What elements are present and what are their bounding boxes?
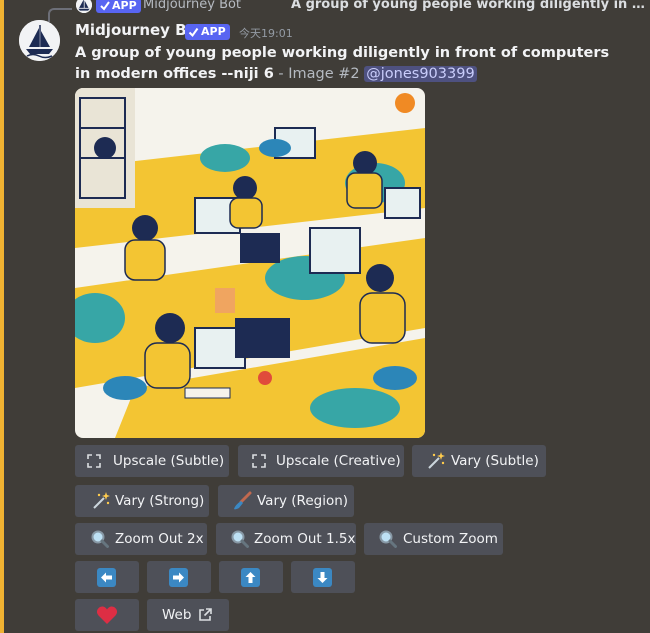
image-index: - Image #2 xyxy=(273,66,365,82)
generated-image[interactable] xyxy=(75,88,425,438)
pan-left-button[interactable] xyxy=(75,561,139,593)
user-mention[interactable]: @jones903399 xyxy=(364,66,477,82)
author-avatar[interactable] xyxy=(19,20,60,61)
web-label: Web xyxy=(162,607,192,623)
vary-strong-button[interactable]: Vary (Strong) xyxy=(75,485,209,517)
upscale-creative-label: Upscale (Creative) xyxy=(276,453,401,469)
reply-reference[interactable]: APP Midjourney Bot A group of young peop… xyxy=(48,0,650,22)
heart-icon xyxy=(96,606,118,624)
magnifier-icon xyxy=(231,530,249,548)
pan-up-button[interactable] xyxy=(219,561,283,593)
zoom-out-1-5x-button[interactable]: Zoom Out 1.5x xyxy=(216,523,356,555)
checkmark-icon xyxy=(100,1,110,11)
custom-zoom-label: Custom Zoom xyxy=(403,531,498,547)
reply-spine xyxy=(48,8,72,22)
sparkles-icon xyxy=(428,452,445,469)
upscale-subtle-label: Upscale (Subtle) xyxy=(113,453,225,469)
arrow-down-icon xyxy=(313,568,332,587)
favorite-button[interactable] xyxy=(75,599,139,631)
expand-icon xyxy=(252,454,266,468)
timestamp[interactable]: 今天19:01 xyxy=(239,25,293,41)
custom-zoom-button[interactable]: Custom Zoom xyxy=(364,523,503,555)
external-link-icon xyxy=(199,608,212,621)
arrow-right-icon xyxy=(169,568,188,587)
app-badge: APP xyxy=(185,24,230,40)
zoom-out-1-5x-label: Zoom Out 1.5x xyxy=(254,531,356,547)
reply-app-badge-label: APP xyxy=(112,0,137,12)
pan-right-button[interactable] xyxy=(147,561,211,593)
reply-text[interactable]: A group of young people working diligent… xyxy=(291,0,646,12)
vary-region-label: Vary (Region) xyxy=(257,493,349,509)
reply-author[interactable]: Midjourney Bot xyxy=(143,0,241,12)
vary-strong-label: Vary (Strong) xyxy=(115,493,205,509)
reply-avatar[interactable] xyxy=(76,0,92,13)
arrow-up-icon xyxy=(241,568,260,587)
upscale-creative-button[interactable]: Upscale (Creative) xyxy=(238,445,404,477)
expand-icon xyxy=(87,454,101,468)
checkmark-icon xyxy=(188,27,199,38)
pan-down-button[interactable] xyxy=(291,561,355,593)
web-link-button[interactable]: Web xyxy=(147,599,229,631)
message-highlight-bar xyxy=(0,0,4,633)
magnifier-icon xyxy=(91,530,109,548)
reply-app-badge: APP xyxy=(96,0,141,13)
zoom-out-2x-label: Zoom Out 2x xyxy=(115,531,204,547)
message-content: A group of young people working diligent… xyxy=(75,43,615,85)
zoom-out-2x-button[interactable]: Zoom Out 2x xyxy=(75,523,207,555)
paintbrush-icon xyxy=(234,491,252,510)
upscale-subtle-button[interactable]: Upscale (Subtle) xyxy=(75,445,229,477)
vary-subtle-button[interactable]: Vary (Subtle) xyxy=(412,445,546,477)
arrow-left-icon xyxy=(97,568,116,587)
vary-region-button[interactable]: Vary (Region) xyxy=(218,485,354,517)
magnifier-icon xyxy=(379,530,397,548)
sparkles-icon xyxy=(93,492,110,509)
app-badge-label: APP xyxy=(201,25,226,38)
vary-subtle-label: Vary (Subtle) xyxy=(451,453,539,469)
